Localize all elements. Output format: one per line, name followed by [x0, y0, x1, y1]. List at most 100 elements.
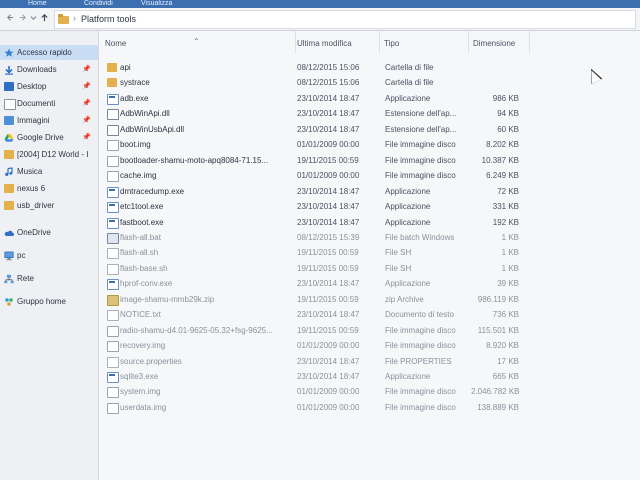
sidebar-item-pictures[interactable]: Immagini 📌	[0, 113, 98, 128]
disk-image-icon	[107, 341, 119, 353]
file-row[interactable]: system.img 01/01/2009 00:00 File immagine …	[99, 384, 529, 399]
dll-icon	[107, 124, 119, 136]
sidebar-item-homegroup[interactable]: Gruppo home	[0, 294, 98, 309]
path-segment-platform-tools[interactable]: Platform tools	[81, 14, 136, 24]
exe-icon	[107, 186, 119, 198]
sidebar-item-d12-world[interactable]: [2004] D12 World - I	[0, 147, 98, 162]
file-modified: 23/10/2014 18:47	[297, 124, 360, 134]
column-header-size[interactable]: Dimensione	[471, 31, 530, 53]
folder-icon	[107, 63, 117, 72]
file-row[interactable]: AdbWinApi.dll 23/10/2014 18:47 Estensione …	[99, 106, 529, 121]
sidebar-item-quick-access[interactable]: Accesso rapido	[0, 45, 98, 60]
file-type: Applicazione	[385, 186, 431, 196]
file-size: 115.501 KB	[477, 325, 519, 335]
recent-locations-button[interactable]	[30, 13, 37, 24]
sidebar-item-label: Google Drive	[17, 133, 64, 142]
sidebar-item-label: Accesso rapido	[17, 48, 72, 57]
file-type: File SH	[385, 263, 412, 273]
sidebar-item-label: Gruppo home	[17, 297, 66, 306]
file-row[interactable]: flash-base.sh 19/11/2015 00:59 File SH 1 KB	[99, 261, 529, 276]
up-button[interactable]	[40, 13, 49, 24]
file-type: File SH	[385, 248, 412, 258]
file-modified: 19/11/2015 00:59	[297, 325, 359, 335]
file-size: 665 KB	[492, 372, 519, 381]
file-row[interactable]: bootloader-shamu-moto-apq8084-71.15... 19…	[99, 153, 529, 168]
file-modified: 01/01/2009 00:00	[297, 140, 360, 150]
file-row[interactable]: boot.img 01/01/2009 00:00 File immagine di…	[99, 137, 529, 152]
sidebar-item-desktop[interactable]: Desktop 📌	[0, 79, 98, 94]
file-row[interactable]: systrace 08/12/2015 15:06 Cartella di file	[99, 75, 529, 90]
file-row[interactable]: flash-all.bat 08/12/2015 15:39 File batch …	[99, 230, 529, 245]
network-icon	[4, 274, 14, 284]
ribbon-tab-share[interactable]: Condividi	[78, 0, 119, 8]
sidebar-item-onedrive[interactable]: OneDrive	[0, 225, 98, 240]
sidebar-item-pc[interactable]: pc	[0, 248, 98, 263]
ribbon-bar: Home Condividi Visualizza	[0, 0, 640, 8]
address-path[interactable]: › Platform tools	[54, 10, 636, 29]
file-type: zip Archive	[385, 294, 424, 304]
file-size: 94 KB	[497, 109, 519, 119]
column-header-label: Dimensione	[473, 39, 516, 48]
file-row[interactable]: AdbWinUsbApi.dll 23/10/2014 18:47 Estensio…	[99, 122, 529, 137]
sidebar-item-downloads[interactable]: Downloads 📌	[0, 62, 98, 77]
file-name: source.properties	[120, 356, 182, 366]
file-row[interactable]: source.properties 23/10/2014 18:47 File PR…	[99, 354, 529, 369]
column-header-modified[interactable]: Ultima modifica	[295, 31, 380, 53]
sidebar-item-usb-driver[interactable]: usb_driver	[0, 198, 98, 213]
column-header-type[interactable]: Tipo	[382, 31, 469, 53]
sidebar-item-network[interactable]: Rete	[0, 271, 98, 286]
file-modified: 01/01/2009 00:00	[297, 387, 360, 397]
file-row[interactable]: etc1tool.exe 23/10/2014 18:47 Applicazione…	[99, 199, 529, 214]
disk-image-icon	[107, 402, 119, 414]
file-row[interactable]: userdata.img 01/01/2009 00:00 File immagin…	[99, 400, 529, 415]
file-row[interactable]: cache.img 01/01/2009 00:00 File immagine d…	[99, 168, 529, 183]
file-size: 138.889 KB	[477, 402, 519, 412]
file-row[interactable]: NOTICE.txt 23/10/2014 18:47 Documento di t…	[99, 307, 529, 322]
file-name: userdata.img	[120, 402, 167, 412]
file-row[interactable]: radio-shamu-d4.01-9625-05.32+fsg-9625...…	[99, 323, 529, 338]
ribbon-tab-view[interactable]: Visualizza	[135, 0, 178, 8]
file-type: File immagine disco	[385, 402, 456, 412]
file-type: Applicazione	[385, 217, 431, 227]
file-modified: 08/12/2015 15:06	[297, 78, 360, 88]
file-size: 192 KB	[492, 217, 519, 227]
sidebar-item-music[interactable]: Musica	[0, 164, 98, 179]
file-list: Nome ⌃ Ultima modifica Tipo Dimensione a…	[99, 31, 640, 480]
file-type: Applicazione	[385, 93, 431, 103]
file-row[interactable]: api 08/12/2015 15:06 Cartella di file	[99, 60, 529, 75]
file-name: AdbWinApi.dll	[120, 109, 170, 119]
sidebar-item-documents[interactable]: Documenti 📌	[0, 96, 98, 111]
file-name: systrace	[120, 78, 150, 88]
music-icon	[4, 167, 14, 176]
file-size: 1 KB	[501, 232, 519, 242]
file-row[interactable]: dmtracedump.exe 23/10/2014 18:47 Applicazi…	[99, 184, 529, 199]
sidebar-item-nexus-6[interactable]: nexus 6	[0, 181, 98, 196]
file-row[interactable]: sqlite3.exe 23/10/2014 18:47 Applicazione 6…	[99, 369, 529, 384]
disk-image-icon	[107, 387, 119, 399]
column-header-label: Ultima modifica	[297, 39, 352, 48]
file-name: image-shamu-mmb29k.zip	[120, 294, 215, 304]
column-header-name[interactable]: Nome ⌃	[99, 31, 296, 53]
file-type: Estensione dell'ap...	[385, 124, 457, 134]
forward-button[interactable]	[18, 13, 27, 24]
file-name: fastboot.exe	[120, 217, 164, 227]
back-button[interactable]	[6, 13, 15, 24]
file-name: adb.exe	[120, 93, 149, 103]
file-type: File PROPERTIES	[385, 356, 452, 366]
file-size: 17 KB	[497, 356, 519, 366]
file-row[interactable]: hprof-conv.exe 23/10/2014 18:47 Applicazio…	[99, 276, 529, 291]
sidebar-item-google-drive[interactable]: Google Drive 📌	[0, 130, 98, 145]
file-type: File immagine disco	[385, 325, 456, 335]
exe-icon	[107, 279, 119, 291]
computer-icon	[4, 251, 14, 261]
file-row[interactable]: recovery.img 01/01/2009 00:00 File immagin…	[99, 338, 529, 353]
file-row[interactable]: fastboot.exe 23/10/2014 18:47 Applicazione…	[99, 215, 529, 230]
ribbon-tab-home[interactable]: Home	[22, 0, 53, 8]
sidebar-item-label: nexus 6	[17, 184, 46, 193]
file-row[interactable]: image-shamu-mmb29k.zip 19/11/2015 00:59 zi…	[99, 292, 529, 307]
file-row[interactable]: flash-all.sh 19/11/2015 00:59 File SH 1 KB	[99, 245, 529, 260]
file-row[interactable]: adb.exe 23/10/2014 18:47 Applicazione 986 K…	[99, 91, 529, 106]
file-type: File immagine disco	[385, 171, 456, 181]
dll-icon	[107, 109, 119, 121]
address-bar: › Platform tools	[0, 8, 640, 31]
